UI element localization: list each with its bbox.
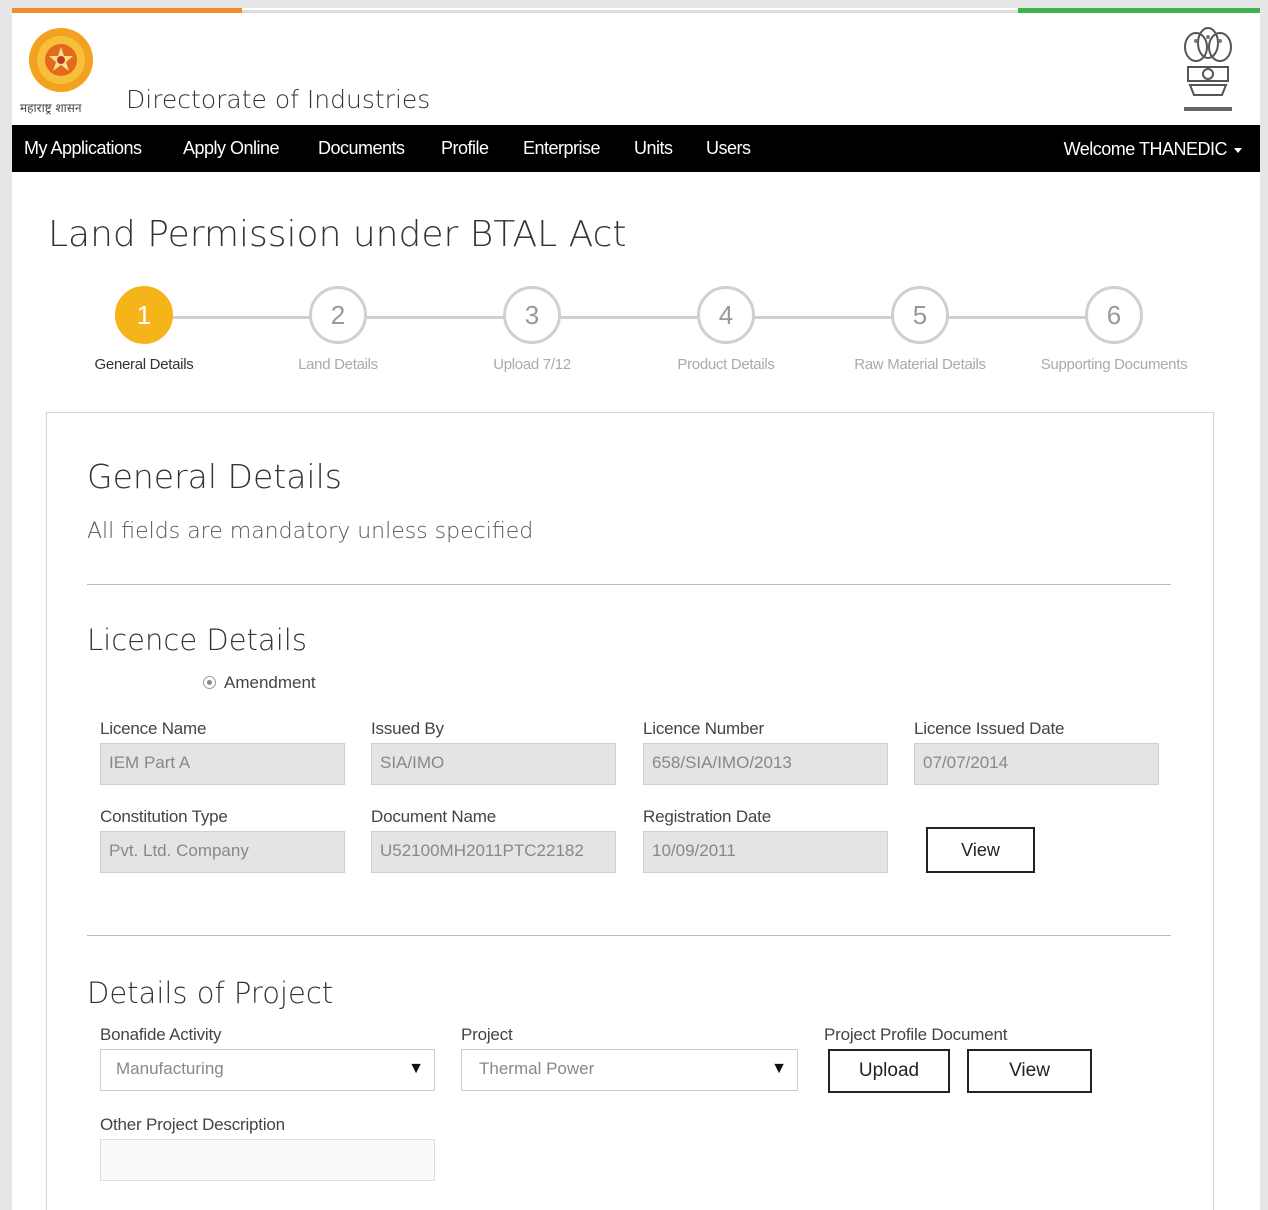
licence-number-field[interactable]: 658/SIA/IMO/2013 (643, 743, 888, 785)
amendment-radio[interactable]: Amendment (203, 673, 316, 693)
project-profile-document-label: Project Profile Document (824, 1025, 1008, 1044)
other-project-description-label: Other Project Description (100, 1115, 285, 1134)
wizard-step-5[interactable]: 5 Raw Material Details (835, 286, 1005, 373)
wizard-steps: 1 General Details 2 Land Details 3 Uploa… (12, 286, 1260, 386)
document-name-label: Document Name (371, 807, 496, 826)
step-label: Upload 7/12 (493, 356, 571, 373)
radio-icon (203, 676, 216, 690)
step-label: Supporting Documents (1040, 356, 1188, 373)
caret-down-icon (1234, 147, 1242, 153)
dropdown-arrow-icon: ▼ (408, 1060, 424, 1077)
national-emblem-icon (1176, 23, 1240, 121)
logo-caption: महाराष्ट्र शासन (20, 101, 82, 115)
nav-my-applications[interactable]: My Applications (24, 138, 142, 159)
divider (87, 584, 1171, 585)
wizard-step-4[interactable]: 4 Product Details (641, 286, 811, 373)
project-view-button[interactable]: View (967, 1049, 1092, 1093)
bonafide-activity-select[interactable]: Manufacturing ▼ (100, 1049, 435, 1091)
site-header: महाराष्ट्र शासन Directorate of Industrie… (12, 13, 1260, 125)
project-label: Project (461, 1025, 513, 1044)
document-name-field[interactable]: U52100MH2011PTC22182 (371, 831, 616, 873)
step-number: 6 (1085, 286, 1143, 344)
step-number: 1 (115, 286, 173, 344)
page-title: Land Permission under BTAL Act (48, 214, 627, 255)
section-title-project: Details of Project (87, 976, 334, 1010)
wizard-step-6[interactable]: 6 Supporting Documents (1029, 286, 1199, 373)
licence-issued-date-label: Licence Issued Date (914, 719, 1065, 738)
nav-apply-online[interactable]: Apply Online (183, 138, 280, 159)
step-number: 2 (309, 286, 367, 344)
nav-profile[interactable]: Profile (441, 138, 489, 159)
step-label: Land Details (298, 356, 378, 373)
step-number: 5 (891, 286, 949, 344)
nav-users[interactable]: Users (706, 138, 751, 159)
project-value: Thermal Power (479, 1059, 595, 1078)
page: महाराष्ट्र शासन Directorate of Industrie… (12, 8, 1260, 1210)
user-menu[interactable]: Welcome THANEDIC (1064, 139, 1242, 160)
step-label: Raw Material Details (854, 356, 986, 373)
bonafide-activity-value: Manufacturing (116, 1059, 224, 1078)
section-title-general: General Details (87, 457, 342, 496)
constitution-type-field[interactable]: Pvt. Ltd. Company (100, 831, 345, 873)
dropdown-arrow-icon: ▼ (771, 1060, 787, 1077)
wizard-step-2[interactable]: 2 Land Details (253, 286, 423, 373)
licence-issued-date-field[interactable]: 07/07/2014 (914, 743, 1159, 785)
issued-by-field[interactable]: SIA/IMO (371, 743, 616, 785)
nav-enterprise[interactable]: Enterprise (523, 138, 601, 159)
step-label: Product Details (677, 356, 775, 373)
registration-date-label: Registration Date (643, 807, 771, 826)
step-number: 4 (697, 286, 755, 344)
wizard-step-3[interactable]: 3 Upload 7/12 (447, 286, 617, 373)
main-navbar: My Applications Apply Online Documents P… (12, 125, 1260, 172)
wizard-step-1[interactable]: 1 General Details (59, 286, 229, 373)
licence-name-field[interactable]: IEM Part A (100, 743, 345, 785)
form-panel: General Details All fields are mandatory… (46, 412, 1214, 1210)
registration-date-field[interactable]: 10/09/2011 (643, 831, 888, 873)
other-project-description-field[interactable] (100, 1139, 435, 1181)
project-select[interactable]: Thermal Power ▼ (461, 1049, 798, 1091)
site-title[interactable]: Directorate of Industries (126, 85, 430, 114)
divider (87, 935, 1171, 936)
constitution-type-label: Constitution Type (100, 807, 228, 826)
step-label: General Details (94, 356, 194, 373)
licence-name-label: Licence Name (100, 719, 207, 738)
bonafide-activity-label: Bonafide Activity (100, 1025, 222, 1044)
maharashtra-seal-icon[interactable] (28, 27, 94, 93)
welcome-text: Welcome THANEDIC (1063, 139, 1228, 159)
amendment-label: Amendment (224, 673, 316, 692)
project-upload-button[interactable]: Upload (828, 1049, 950, 1093)
issued-by-label: Issued By (371, 719, 444, 738)
nav-units[interactable]: Units (634, 138, 673, 159)
licence-number-label: Licence Number (643, 719, 764, 738)
section-title-licence: Licence Details (87, 623, 307, 657)
nav-documents[interactable]: Documents (318, 138, 405, 159)
step-number: 3 (503, 286, 561, 344)
licence-view-button[interactable]: View (926, 827, 1035, 873)
mandatory-note: All fields are mandatory unless specifie… (87, 519, 534, 544)
